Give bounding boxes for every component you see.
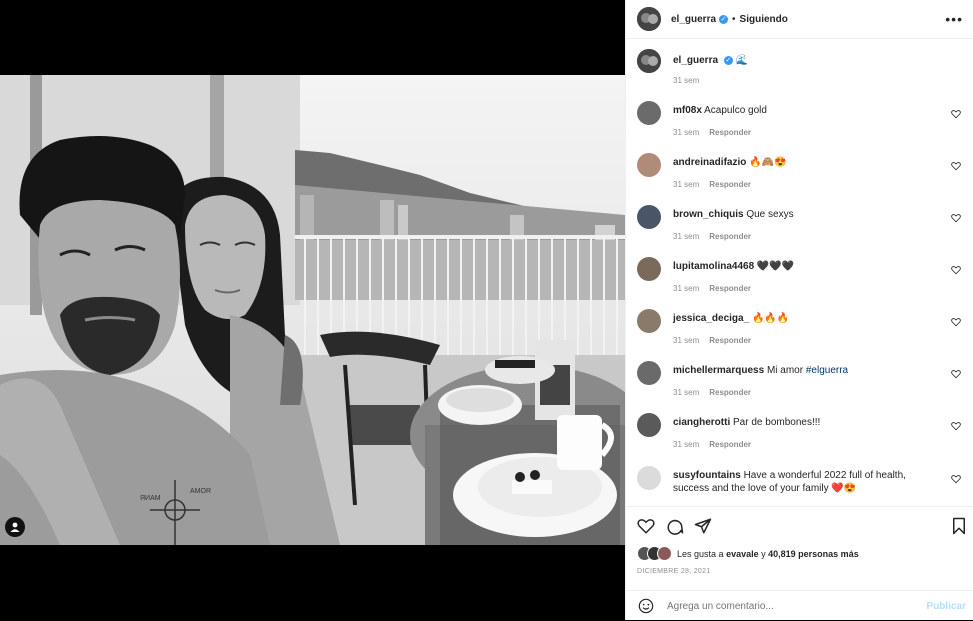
comment-text: 🖤🖤🖤: [756, 261, 795, 272]
reply-button[interactable]: Responder: [709, 232, 751, 241]
post-date[interactable]: DICIEMBRE 28, 2021: [637, 568, 711, 575]
comment-item: brown_chiquis Que sexys 31 sem Responder: [637, 205, 967, 243]
caption-time[interactable]: 31 sem: [673, 76, 699, 85]
commenter-username[interactable]: andreinadifazio: [673, 157, 746, 168]
commenter-username[interactable]: susyfountains: [673, 470, 741, 481]
like-comment-icon[interactable]: [951, 369, 961, 379]
verified-badge-icon: ✓: [723, 55, 733, 65]
comment-item: jessica_deciga_ 🔥🔥🔥 31 sem Responder: [637, 309, 967, 347]
like-comment-icon[interactable]: [951, 109, 961, 119]
post-header: el_guerra ✓ • Siguiendo •••: [626, 0, 973, 39]
commenter-avatar[interactable]: [637, 361, 661, 385]
likes-count[interactable]: 40,819 personas más: [768, 549, 859, 559]
reply-button[interactable]: Responder: [709, 336, 751, 345]
comment-text: 🔥🙈😍: [749, 157, 787, 168]
comment-icon[interactable]: [666, 517, 684, 535]
commenter-avatar[interactable]: [637, 413, 661, 437]
likes-prefix: Les gusta a: [677, 548, 724, 559]
reply-button[interactable]: Responder: [709, 180, 751, 189]
like-comment-icon[interactable]: [951, 265, 961, 275]
save-bookmark-icon[interactable]: [950, 517, 968, 535]
comment-time[interactable]: 31 sem: [673, 180, 699, 189]
comment-item: lupitamolina4468 🖤🖤🖤 31 sem Responder: [637, 257, 967, 295]
emoji-icon[interactable]: [638, 598, 654, 614]
commenter-username[interactable]: jessica_deciga_: [673, 313, 749, 324]
comment-item: ciangherotti Par de bombones!!! 31 sem Re…: [637, 413, 967, 451]
caption: el_guerra ✓ 🌊 31 sem: [637, 49, 957, 87]
caption-avatar-image: [637, 49, 661, 73]
commenter-username[interactable]: mf08x: [673, 105, 702, 116]
verified-badge-icon: ✓: [719, 14, 729, 24]
photo-illustration: ЯИАМ AMOR: [0, 75, 625, 545]
hashtag-link[interactable]: #elguerra: [806, 365, 848, 376]
svg-text:AMOR: AMOR: [190, 488, 211, 495]
commenter-avatar[interactable]: [637, 205, 661, 229]
comment-time[interactable]: 31 sem: [673, 440, 699, 449]
caption-author-avatar[interactable]: [637, 49, 661, 73]
comment-text: 🔥🔥🔥: [751, 313, 790, 324]
following-button[interactable]: Siguiendo: [740, 14, 788, 25]
tagged-users-button[interactable]: [5, 517, 25, 537]
likes-conj: y: [761, 548, 766, 559]
commenter-username[interactable]: michellermarquess: [673, 365, 764, 376]
comment-item: michellermarquess Mi amor #elguerra 31 s…: [637, 361, 967, 399]
caption-text: 🌊: [735, 55, 749, 66]
commenter-avatar[interactable]: [637, 466, 661, 490]
like-comment-icon[interactable]: [951, 161, 961, 171]
liker-avatar[interactable]: [657, 546, 672, 561]
comment-time[interactable]: 31 sem: [673, 336, 699, 345]
comment-time[interactable]: 31 sem: [673, 232, 699, 241]
author-username[interactable]: el_guerra: [671, 14, 716, 25]
like-comment-icon[interactable]: [951, 421, 961, 431]
reply-button[interactable]: Responder: [709, 128, 751, 137]
comment-time[interactable]: 31 sem: [673, 128, 699, 137]
reply-button[interactable]: Responder: [709, 440, 751, 449]
comment-text: Mi amor: [766, 365, 804, 376]
like-comment-icon[interactable]: [951, 213, 961, 223]
commenter-username[interactable]: brown_chiquis: [673, 209, 744, 220]
separator-dot: •: [732, 13, 736, 25]
comment-item: susyfountains Have a wonderful 2022 full…: [637, 466, 967, 495]
comment-item: andreinadifazio 🔥🙈😍 31 sem Responder: [637, 153, 967, 191]
like-comment-icon[interactable]: [951, 474, 961, 484]
likes-summary: Les gusta a evavale y 40,819 personas má…: [637, 546, 859, 561]
reply-button[interactable]: Responder: [709, 284, 751, 293]
commenter-username[interactable]: ciangherotti: [673, 417, 730, 428]
comments-list[interactable]: el_guerra ✓ 🌊 31 sem mf08x Acapulco gold…: [626, 39, 973, 506]
comment-text: Que sexys: [746, 209, 794, 220]
comment-time[interactable]: 31 sem: [673, 388, 699, 397]
more-options-icon[interactable]: •••: [945, 11, 963, 27]
comment-text: Par de bombones!!!: [733, 417, 821, 428]
add-comment-bar: Publicar: [626, 590, 973, 621]
commenter-avatar[interactable]: [637, 153, 661, 177]
comment-time[interactable]: 31 sem: [673, 284, 699, 293]
reply-button[interactable]: Responder: [709, 388, 751, 397]
post-side-panel: el_guerra ✓ • Siguiendo ••• el_guerra ✓: [625, 0, 973, 620]
comment-input[interactable]: [665, 599, 909, 613]
commenter-avatar[interactable]: [637, 257, 661, 281]
commenter-avatar[interactable]: [637, 309, 661, 333]
comment-item: mf08x Acapulco gold 31 sem Responder: [637, 101, 967, 139]
user-icon: [10, 522, 20, 532]
author-avatar-image: [637, 7, 661, 31]
post-media-area: ЯИАМ AMOR: [0, 0, 625, 620]
share-icon[interactable]: [694, 517, 712, 535]
comment-text: Acapulco gold: [704, 105, 767, 116]
like-comment-icon[interactable]: [951, 317, 961, 327]
author-avatar[interactable]: [637, 7, 661, 31]
caption-username[interactable]: el_guerra: [673, 55, 718, 66]
commenter-avatar[interactable]: [637, 101, 661, 125]
publish-button[interactable]: Publicar: [927, 601, 966, 612]
svg-text:ЯИАМ: ЯИАМ: [140, 495, 161, 502]
commenter-username[interactable]: lupitamolina4468: [673, 261, 754, 272]
post-actions-bar: [626, 506, 973, 543]
like-icon[interactable]: [637, 517, 655, 535]
post-photo[interactable]: ЯИАМ AMOR: [0, 75, 625, 545]
likes-user[interactable]: evavale: [726, 549, 759, 559]
